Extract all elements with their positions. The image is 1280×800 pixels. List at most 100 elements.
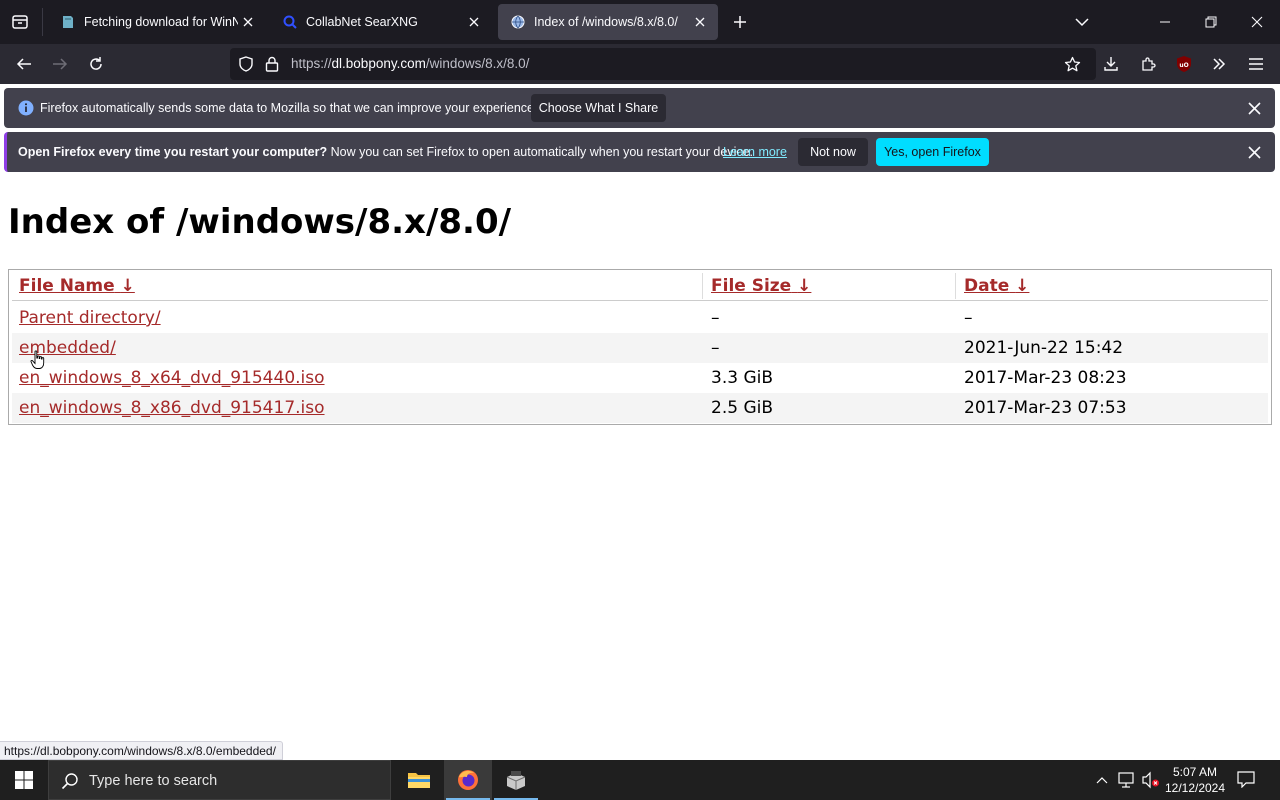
page-favicon-icon xyxy=(63,16,73,28)
volume-button[interactable] xyxy=(1141,771,1161,789)
page-title: Index of /windows/8.x/8.0/ xyxy=(8,202,512,242)
firefox-view-button[interactable] xyxy=(8,10,32,34)
app-taskbar-button[interactable] xyxy=(492,760,540,800)
header-label: File Size xyxy=(711,276,792,296)
column-header-date[interactable]: Date ↓ xyxy=(964,276,1029,296)
address-bar[interactable]: https://dl.bobpony.com/windows/8.x/8.0/ xyxy=(230,48,1096,80)
ublock-origin-icon: uO xyxy=(1177,56,1191,72)
close-notification-button[interactable] xyxy=(1242,140,1266,164)
svg-text:uO: uO xyxy=(1179,62,1188,69)
page-content: Index of /windows/8.x/8.0/ File Name ↓ F… xyxy=(0,178,1280,760)
minimize-icon xyxy=(1160,21,1170,23)
tab-collabnet-searxng[interactable]: CollabNet SearXNG xyxy=(270,4,492,40)
file-explorer-taskbar-button[interactable] xyxy=(395,760,443,800)
file-size: 3.3 GiB xyxy=(711,368,773,388)
new-tab-button[interactable] xyxy=(728,10,752,34)
site-info-button[interactable] xyxy=(262,54,282,74)
default-browser-notification: Open Firefox every time you restart your… xyxy=(4,132,1275,172)
minimize-button[interactable] xyxy=(1142,0,1188,44)
column-header-file-size[interactable]: File Size ↓ xyxy=(711,276,811,296)
list-all-tabs-button[interactable] xyxy=(1070,10,1094,34)
reload-button[interactable] xyxy=(82,50,110,78)
url-host: dl.bobpony.com xyxy=(331,56,426,71)
tab-index-of[interactable]: Index of /windows/8.x/8.0/ xyxy=(498,4,718,40)
table-row: en_windows_8_x64_dvd_915440.iso 3.3 GiB … xyxy=(12,363,1268,393)
start-button[interactable] xyxy=(0,760,48,800)
choose-what-i-share-button[interactable]: Choose What I Share xyxy=(531,94,666,122)
close-notification-button[interactable] xyxy=(1242,96,1266,120)
network-button[interactable] xyxy=(1117,771,1137,789)
column-divider xyxy=(955,273,956,299)
globe-favicon-icon xyxy=(511,15,525,29)
double-chevron-right-icon xyxy=(1213,58,1226,70)
close-window-button[interactable] xyxy=(1234,0,1280,44)
table-row: en_windows_8_x86_dvd_915417.iso 2.5 GiB … xyxy=(12,393,1268,423)
downloads-button[interactable] xyxy=(1097,50,1125,78)
more-tools-button[interactable] xyxy=(1205,50,1233,78)
table-row: Parent directory/ – – xyxy=(12,303,1268,333)
restore-button[interactable] xyxy=(1188,0,1234,44)
tab-label: Index of /windows/8.x/8.0/ xyxy=(534,15,678,29)
close-icon xyxy=(1247,145,1261,159)
not-now-button[interactable]: Not now xyxy=(798,138,868,166)
reload-icon xyxy=(90,57,102,70)
firefox-icon xyxy=(458,770,478,790)
file-size: 2.5 GiB xyxy=(711,398,773,418)
sort-arrow-icon: ↓ xyxy=(797,276,812,296)
close-tab-icon[interactable] xyxy=(238,12,258,32)
back-button[interactable] xyxy=(10,50,38,78)
url-scheme: https:// xyxy=(291,56,332,71)
extensions-button[interactable] xyxy=(1134,50,1162,78)
ublock-origin-button[interactable]: uO xyxy=(1170,50,1198,78)
close-icon xyxy=(1247,101,1261,115)
close-icon xyxy=(1251,16,1263,28)
url-text[interactable]: https://dl.bobpony.com/windows/8.x/8.0/ xyxy=(291,56,529,71)
file-date: 2021-Jun-22 15:42 xyxy=(964,338,1124,358)
chevron-down-icon xyxy=(1075,18,1089,27)
link-status-tooltip: https://dl.bobpony.com/windows/8.x/8.0/e… xyxy=(0,741,283,760)
sort-arrow-icon: ↓ xyxy=(120,276,135,296)
show-hidden-icons-button[interactable] xyxy=(1094,772,1110,788)
header-label: Date xyxy=(964,276,1010,296)
tab-divider xyxy=(42,8,43,36)
action-center-button[interactable] xyxy=(1236,770,1258,790)
taskbar-search-box[interactable]: Type here to search xyxy=(48,760,391,800)
tab-strip: Fetching download for WinNTSetup CollabN… xyxy=(0,0,1280,44)
forward-button[interactable] xyxy=(46,50,74,78)
firefox-view-icon xyxy=(12,15,28,29)
file-date: 2017-Mar-23 07:53 xyxy=(964,398,1127,418)
taskbar-clock[interactable]: 5:07 AM 12/12/2024 xyxy=(1160,764,1230,796)
column-divider xyxy=(702,273,703,299)
tracking-protection-button[interactable] xyxy=(236,54,256,74)
learn-more-link[interactable]: Learn more xyxy=(723,145,787,159)
default-browser-text: Now you can set Firefox to open automati… xyxy=(327,145,754,159)
clock-time: 5:07 AM xyxy=(1172,765,1218,779)
column-header-file-name[interactable]: File Name ↓ xyxy=(19,276,135,296)
file-listing-table: File Name ↓ File Size ↓ Date ↓ Parent di… xyxy=(8,269,1272,425)
clock-date: 12/12/2024 xyxy=(1164,781,1226,795)
tab-fetching-download[interactable]: Fetching download for WinNTSetup xyxy=(48,4,266,40)
firefox-taskbar-button[interactable] xyxy=(444,760,492,800)
file-name-link[interactable]: en_windows_8_x64_dvd_915440.iso xyxy=(19,368,325,388)
default-browser-heading: Open Firefox every time you restart your… xyxy=(18,145,328,159)
windows-logo-icon xyxy=(15,771,33,789)
download-icon xyxy=(1104,57,1118,71)
shield-icon xyxy=(239,56,253,72)
file-name-link[interactable]: Parent directory/ xyxy=(19,308,161,328)
sort-arrow-icon: ↓ xyxy=(1015,276,1030,296)
telemetry-message: Firefox automatically sends some data to… xyxy=(40,101,538,115)
puzzle-icon xyxy=(1142,57,1156,71)
close-tab-icon[interactable] xyxy=(690,12,710,32)
folder-icon xyxy=(408,773,430,788)
file-date: – xyxy=(964,308,973,328)
file-name-link[interactable]: en_windows_8_x86_dvd_915417.iso xyxy=(19,398,325,418)
yes-open-firefox-button[interactable]: Yes, open Firefox xyxy=(876,138,989,166)
plus-icon xyxy=(734,16,746,28)
close-tab-icon[interactable] xyxy=(464,12,484,32)
volume-muted-icon xyxy=(1142,771,1159,789)
notification-icon xyxy=(1237,771,1255,788)
app-menu-button[interactable] xyxy=(1242,50,1270,78)
bookmark-page-button[interactable] xyxy=(1062,54,1082,74)
header-divider xyxy=(12,300,1268,301)
installer-box-icon xyxy=(506,771,526,790)
